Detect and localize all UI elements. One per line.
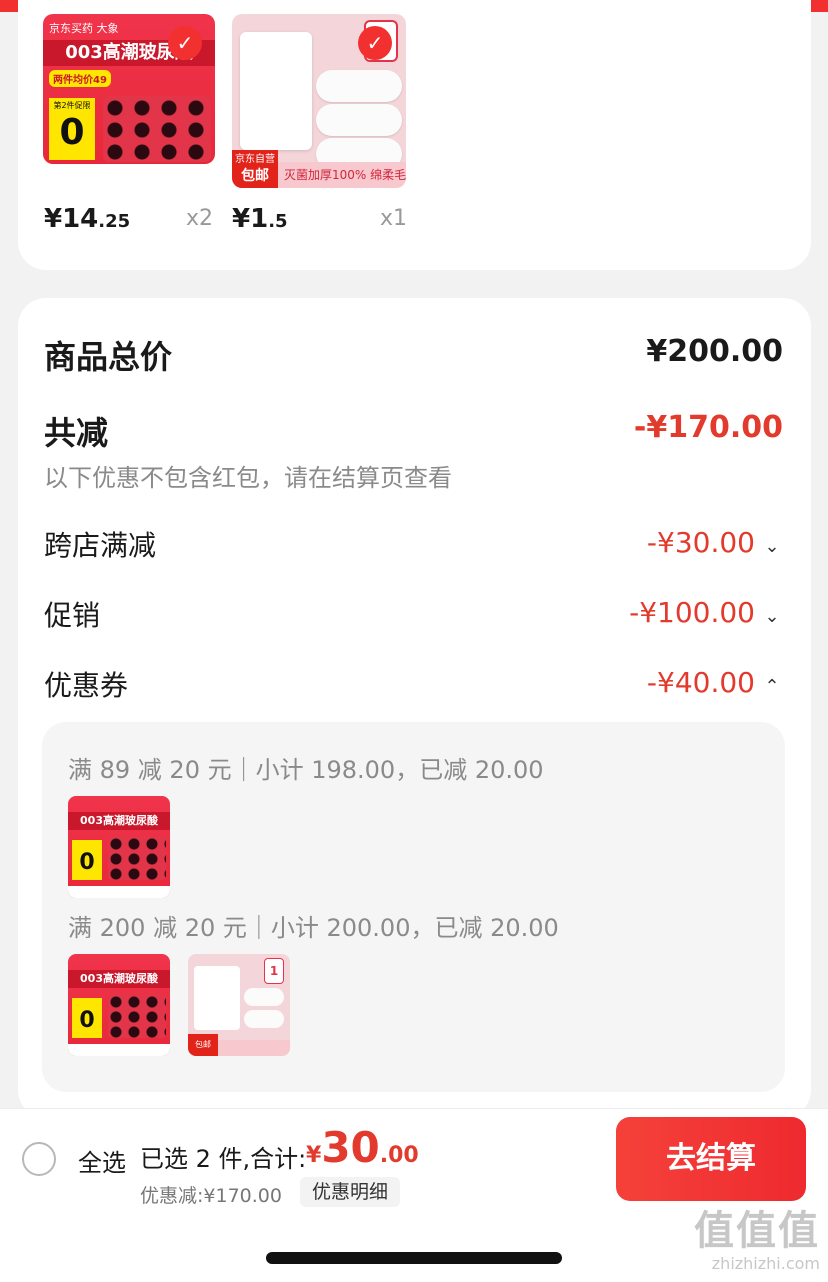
- towel-package-image: [240, 32, 312, 150]
- mini-towel-roll: [244, 1010, 284, 1028]
- price-cents: .5: [268, 211, 288, 232]
- total-price-value: ¥200.00: [646, 334, 783, 369]
- price-cents: .25: [98, 211, 131, 232]
- price-integer: ¥14: [44, 204, 99, 234]
- total-price-label: 商品总价: [44, 338, 173, 376]
- total-reduction-value: -¥170.00: [633, 410, 783, 445]
- coupon-1-product-thumbnail[interactable]: 003高潮玻尿酸 0: [68, 796, 170, 898]
- towel-roll-image: [316, 70, 402, 102]
- cross-store-discount-label: 跨店满减: [44, 529, 157, 562]
- watermark-text: zhizhizhi.com: [711, 1254, 820, 1273]
- promo-zero-box: 第2件促限 0: [49, 98, 95, 160]
- mini-one-pack-badge: 1: [264, 958, 284, 984]
- item-checked-icon[interactable]: ✓: [358, 26, 392, 60]
- selected-count-text: 已选 2 件,合计:: [140, 1145, 307, 1173]
- chevron-up-icon: ⌃: [764, 676, 780, 697]
- brand-label: 京东买药 大象: [49, 22, 119, 35]
- product-packs-image: [103, 96, 211, 162]
- item-quantity: x2: [186, 206, 214, 231]
- discount-amount-text: 优惠减:¥170.00: [140, 1185, 282, 1207]
- total-decimal: .00: [379, 1143, 419, 1168]
- cross-store-discount-value: -¥30.00: [646, 526, 755, 559]
- watermark-logo: 值值值: [694, 1208, 820, 1254]
- jd-self-operated-badge: 京东自营 包邮: [232, 150, 278, 188]
- price-integer: ¥1: [232, 204, 269, 234]
- mini-zero-value: 0: [72, 840, 102, 880]
- total-currency: ¥: [306, 1143, 322, 1168]
- select-all-checkbox[interactable]: [22, 1142, 56, 1176]
- coupon-rule-2: 满 200 减 20 元｜小计 200.00，已减 20.00: [68, 914, 559, 942]
- mini-packs-image: [108, 994, 166, 1038]
- cross-store-discount-toggle[interactable]: -¥30.00 ⌄: [647, 526, 783, 559]
- towel-roll-image: [316, 104, 402, 136]
- coupon-rule-1: 满 89 减 20 元｜小计 198.00，已减 20.00: [68, 756, 544, 784]
- coupon-2-product-thumbnail[interactable]: 003高潮玻尿酸 0: [68, 954, 170, 1056]
- promo-zero-value: 0: [59, 112, 85, 153]
- item-checked-icon[interactable]: ✓: [168, 26, 202, 60]
- total-integer: 30: [321, 1123, 380, 1172]
- coupon-toggle[interactable]: -¥40.00 ⌃: [647, 666, 783, 699]
- jd-badge-bottom: 包邮: [241, 168, 269, 184]
- mini-feature-strip: [218, 1040, 290, 1056]
- select-all-label[interactable]: 全选: [78, 1143, 126, 1178]
- mini-towel-roll: [244, 988, 284, 1006]
- chevron-down-icon: ⌄: [764, 606, 780, 627]
- promotion-label: 促销: [44, 599, 101, 632]
- promo-zero-label: 第2件促限: [53, 101, 91, 110]
- discount-note: 以下优惠不包含红包，请在结算页查看: [44, 464, 452, 492]
- cart-total: ¥30.00: [306, 1123, 419, 1172]
- site-watermark: 值值值 zhizhizhi.com: [694, 1198, 820, 1273]
- product-subline: 两件均价49: [49, 70, 111, 87]
- item-price: ¥1.5: [232, 204, 288, 234]
- checkout-button[interactable]: 去结算: [616, 1117, 806, 1201]
- promotion-toggle[interactable]: -¥100.00 ⌄: [629, 596, 783, 629]
- coupon-value: -¥40.00: [646, 666, 755, 699]
- chevron-down-icon: ⌄: [764, 536, 780, 557]
- item-price: ¥14.25: [44, 204, 130, 234]
- product-feature-strip: 灭菌加厚100% 绵柔毛巾: [278, 162, 406, 188]
- mini-headline: 003高潮玻尿酸: [68, 970, 170, 988]
- mini-towel-package: [194, 966, 240, 1030]
- item-quantity: x1: [380, 206, 408, 231]
- mini-footer: [68, 1044, 170, 1056]
- total-reduction-label: 共减: [44, 414, 109, 452]
- cart-items-card: 京东买药 大象 003高潮玻尿酸 两件均价49 第2件促限 0 ✓ ¥14.25…: [18, 0, 811, 270]
- jd-badge-top: 京东自营: [235, 154, 275, 165]
- mini-headline: 003高潮玻尿酸: [68, 812, 170, 830]
- mini-zero-value: 0: [72, 998, 102, 1038]
- coupon-detail-panel: 满 89 减 20 元｜小计 198.00，已减 20.00 003高潮玻尿酸 …: [42, 722, 785, 1092]
- home-indicator[interactable]: [266, 1252, 562, 1264]
- mini-jd-badge: 包邮: [188, 1034, 218, 1056]
- promotion-value: -¥100.00: [629, 596, 755, 629]
- mini-packs-image: [108, 836, 166, 880]
- coupon-label: 优惠券: [44, 669, 129, 702]
- discount-detail-button[interactable]: 优惠明细: [300, 1177, 401, 1207]
- coupon-2-towel-thumbnail[interactable]: 1 包邮: [188, 954, 290, 1056]
- price-summary-card: 商品总价 ¥200.00 共减 -¥170.00 以下优惠不包含红包，请在结算页…: [18, 298, 811, 1118]
- mini-footer: [68, 886, 170, 898]
